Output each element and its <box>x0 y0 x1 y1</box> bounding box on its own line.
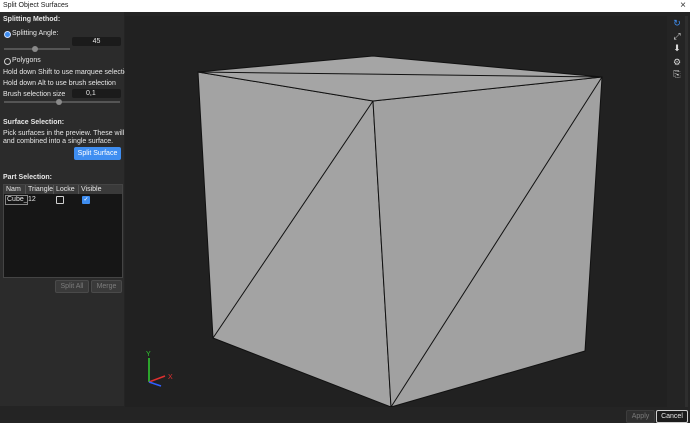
splitting-angle-label: Splitting Angle: <box>12 30 59 37</box>
polygons-label: Polygons <box>12 57 41 64</box>
cube-front-face[interactable] <box>197 71 392 408</box>
column-header-name[interactable]: Nam <box>4 185 26 194</box>
x-axis-line <box>148 375 166 383</box>
hint-alt: Hold down Alt to use brush selection <box>3 80 116 87</box>
settings-icon[interactable]: ⚙ <box>670 56 684 68</box>
locked-checkbox[interactable] <box>56 196 64 204</box>
hint-shift: Hold down Shift to use marquee selection <box>3 69 133 76</box>
brush-slider-knob[interactable] <box>56 99 62 105</box>
split-surface-button[interactable]: Split Surface <box>74 147 121 160</box>
surface-selection-heading: Surface Selection: <box>3 119 65 126</box>
title-bar: Split Object Surfaces × <box>0 0 690 12</box>
z-axis-line <box>148 381 162 387</box>
3d-preview-viewport[interactable]: Y X <box>125 16 667 408</box>
apply-button[interactable]: Apply <box>626 410 655 423</box>
splitting-method-heading: Splitting Method: <box>3 16 61 23</box>
y-axis-label: Y <box>146 351 151 358</box>
part-triangles-cell: 12 <box>28 196 36 203</box>
window-title: Split Object Surfaces <box>3 2 69 9</box>
x-axis-label: X <box>168 374 173 381</box>
table-row[interactable]: Cube_1 12 ✓ <box>4 195 122 205</box>
angle-input[interactable]: 45 <box>72 37 121 46</box>
visible-checkbox[interactable]: ✓ <box>82 196 90 204</box>
splitting-angle-radio[interactable] <box>4 31 11 38</box>
close-icon[interactable]: × <box>680 0 686 12</box>
axis-gizmo: Y X <box>146 351 173 387</box>
brush-size-label: Brush selection size <box>3 91 66 98</box>
parts-table: Nam Triangle Locke Visible Cube_1 12 ✓ <box>3 184 123 278</box>
polygons-radio[interactable] <box>4 58 11 65</box>
cube-right-face[interactable] <box>372 76 603 408</box>
column-header-visible[interactable]: Visible <box>79 185 122 194</box>
footer-bar <box>0 407 690 422</box>
angle-slider-knob[interactable] <box>32 46 38 52</box>
brush-slider-track[interactable] <box>4 101 120 103</box>
split-all-button[interactable]: Split All <box>55 280 89 293</box>
cancel-button[interactable]: Cancel <box>656 410 688 423</box>
cube-render[interactable]: Y X <box>125 16 667 408</box>
viewport-scrollbar[interactable] <box>685 16 688 407</box>
screenshot-icon[interactable]: ⎘ <box>670 68 684 80</box>
left-panel: Splitting Method: Splitting Angle: 45 Po… <box>0 12 148 406</box>
fit-view-icon[interactable]: ⤢ <box>670 30 684 42</box>
column-header-triangles[interactable]: Triangle <box>26 185 54 194</box>
column-header-locked[interactable]: Locke <box>54 185 79 194</box>
part-selection-heading: Part Selection: <box>3 174 53 181</box>
download-icon[interactable]: ⬇ <box>670 42 684 54</box>
surface-desc-line2: and combined into a single surface. <box>3 138 114 145</box>
part-name-cell[interactable]: Cube_1 <box>5 195 28 205</box>
refresh-icon[interactable]: ↻ <box>670 17 684 29</box>
merge-button[interactable]: Merge <box>91 280 122 293</box>
brush-size-input[interactable]: 0,1 <box>72 89 121 98</box>
